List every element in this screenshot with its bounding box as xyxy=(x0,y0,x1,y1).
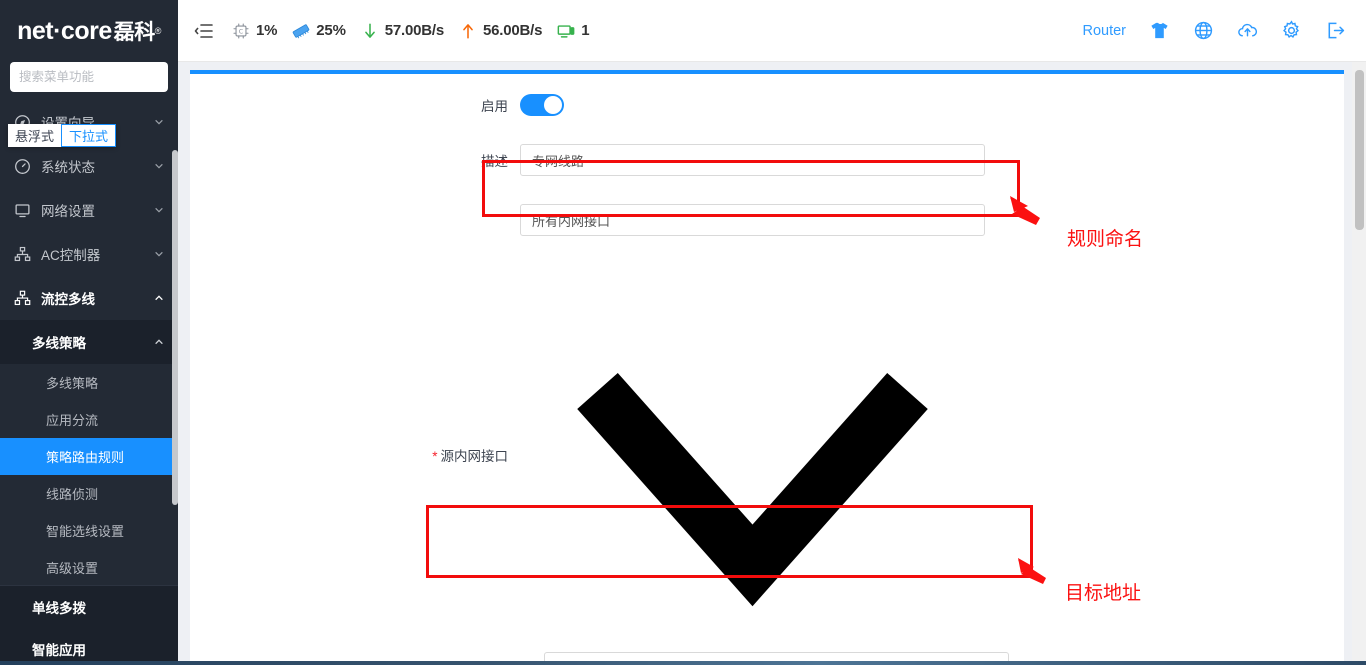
chevron-up-icon xyxy=(155,295,163,301)
description-field: 专网线路 xyxy=(520,144,985,176)
layout-floating-button[interactable]: 悬浮式 xyxy=(8,124,62,147)
sitemap-icon xyxy=(14,246,31,261)
sidebar-item-label: AC控制器 xyxy=(41,248,101,263)
cpu-icon: C xyxy=(233,22,249,39)
form-row-src-iface: * 源内网接口 所有内网接口 xyxy=(190,204,1344,665)
sidebar-menu: 设置向导 系统状态 网络设置 xyxy=(0,100,178,665)
sidebar-search xyxy=(0,62,178,92)
required-marker: * xyxy=(432,449,438,464)
content-area: 启用 描述 专网线路 * 源内网接口 所有内网接口 xyxy=(178,62,1366,665)
sidebar-item-label: 流控多线 xyxy=(41,292,95,307)
toggle-knob xyxy=(544,96,562,114)
description-input[interactable]: 专网线路 xyxy=(520,144,985,176)
topbar-actions: Router xyxy=(1082,20,1366,41)
sidebar-item-system-status[interactable]: 系统状态 xyxy=(0,144,178,188)
sidebar-subitem-multiline-policy[interactable]: 多线策略 xyxy=(0,364,178,401)
sidebar-item-label: 网络设置 xyxy=(41,204,95,219)
search-input[interactable] xyxy=(19,70,178,84)
sidebar-subitem-line-detection[interactable]: 线路侦测 xyxy=(0,475,178,512)
enable-toggle[interactable] xyxy=(520,94,564,116)
brand-logo: net·core 磊科 ® xyxy=(0,0,178,62)
chevron-down-icon xyxy=(155,119,163,125)
chevron-up-icon xyxy=(155,339,163,345)
stat-cpu: C 1% xyxy=(232,22,277,40)
enable-label: 启用 xyxy=(481,99,508,114)
upload-arrow-icon xyxy=(463,23,473,39)
enable-field xyxy=(520,94,985,116)
chevron-down-icon xyxy=(577,372,928,607)
sidebar-subitem-advanced-settings[interactable]: 高级设置 xyxy=(0,549,178,586)
sidebar-subgroup-single-line-multidial[interactable]: 单线多拨 xyxy=(0,586,178,628)
sidebar-subitem-label: 线路侦测 xyxy=(46,487,99,502)
sidebar: net·core 磊科 ® 设置向导 xyxy=(0,0,178,665)
stat-clients: 1 xyxy=(557,22,590,40)
sidebar-subgroup-label: 智能应用 xyxy=(32,643,86,658)
status-stats: C 1% 25% 57.00B/s 56.00B/s 1 xyxy=(232,22,602,40)
sidebar-subgroup-label: 多线策略 xyxy=(32,336,86,351)
stat-value: 56.00B/s xyxy=(483,22,543,39)
layout-mode-popup: 悬浮式 下拉式 xyxy=(8,124,117,147)
stat-memory: 25% xyxy=(292,22,346,40)
layout-dropdown-button[interactable]: 下拉式 xyxy=(61,124,117,147)
brand-registered: ® xyxy=(154,26,162,36)
stat-value: 57.00B/s xyxy=(384,22,444,39)
src-iface-label: * 源内网接口 xyxy=(432,449,508,464)
page-scrollbar[interactable] xyxy=(1352,62,1366,665)
window-bottom-strip xyxy=(0,661,1366,665)
form-row-enable: 启用 xyxy=(190,94,1344,116)
gear-icon[interactable] xyxy=(1281,20,1302,41)
router-mode-link[interactable]: Router xyxy=(1082,23,1126,39)
tshirt-icon[interactable] xyxy=(1149,20,1170,41)
sidebar-subitem-policy-route-rules[interactable]: 策略路由规则 xyxy=(0,438,178,475)
stat-upload: 56.00B/s xyxy=(459,22,542,40)
stat-value: 1 xyxy=(581,22,590,39)
policy-route-rule-form: 启用 描述 专网线路 * 源内网接口 所有内网接口 xyxy=(190,74,1344,665)
sidebar-subgroup-multiline-policy[interactable]: 多线策略 xyxy=(0,320,178,364)
download-arrow-icon xyxy=(364,22,375,38)
sidebar-subitem-smart-line-settings[interactable]: 智能选线设置 xyxy=(0,512,178,549)
stat-value: 25% xyxy=(316,22,346,39)
gauge-icon xyxy=(15,158,30,174)
sidebar-subitem-label: 多线策略 xyxy=(46,376,99,391)
topbar: C 1% 25% 57.00B/s 56.00B/s 1 Router xyxy=(178,0,1366,62)
sidebar-subitem-app-routing[interactable]: 应用分流 xyxy=(0,401,178,438)
client-monitor-icon xyxy=(557,24,575,38)
page-scrollbar-thumb[interactable] xyxy=(1355,70,1364,230)
sidebar-item-label: 系统状态 xyxy=(41,160,95,175)
annotation-label-rule-name: 规则命名 xyxy=(1067,229,1144,250)
logout-icon[interactable] xyxy=(1325,20,1346,41)
src-iface-select[interactable]: 所有内网接口 xyxy=(520,204,985,236)
form-row-description: 描述 专网线路 xyxy=(190,144,1344,176)
sidebar-subitem-label: 高级设置 xyxy=(46,560,99,576)
sidebar-subgroup-smart-app[interactable]: 智能应用 xyxy=(0,628,178,665)
memory-icon xyxy=(293,23,310,38)
globe-icon[interactable] xyxy=(1193,20,1214,41)
description-label: 描述 xyxy=(481,154,508,169)
chevron-down-icon xyxy=(155,207,163,213)
stat-download: 57.00B/s xyxy=(361,22,444,40)
brand-name-en: net·core xyxy=(17,16,112,45)
chevron-down-icon xyxy=(155,163,163,169)
search-box[interactable] xyxy=(10,62,178,92)
collapse-menu-icon[interactable] xyxy=(194,21,214,41)
sidebar-subgroup-label: 单线多拨 xyxy=(32,601,86,616)
sidebar-subitem-label: 应用分流 xyxy=(46,413,99,428)
sidebar-subitem-label: 策略路由规则 xyxy=(46,450,125,465)
app-root: net·core 磊科 ® 设置向导 xyxy=(0,0,1366,665)
annotation-label-target-address: 目标地址 xyxy=(1065,583,1142,604)
cloud-upload-icon[interactable] xyxy=(1237,20,1258,41)
grid-icon xyxy=(14,290,31,305)
svg-text:C: C xyxy=(239,28,244,35)
stat-value: 1% xyxy=(256,22,278,39)
src-iface-field: 所有内网接口 xyxy=(520,204,985,665)
sidebar-item-traffic-control[interactable]: 流控多线 xyxy=(0,276,178,320)
brand-name-cn: 磊科 xyxy=(113,21,156,44)
monitor-icon xyxy=(15,203,30,217)
sidebar-item-network-settings[interactable]: 网络设置 xyxy=(0,188,178,232)
rule-form-card: 启用 描述 专网线路 * 源内网接口 所有内网接口 xyxy=(190,70,1344,665)
sidebar-subitem-label: 智能选线设置 xyxy=(46,524,125,539)
sidebar-item-ac-controller[interactable]: AC控制器 xyxy=(0,232,178,276)
chevron-down-icon xyxy=(155,251,163,257)
